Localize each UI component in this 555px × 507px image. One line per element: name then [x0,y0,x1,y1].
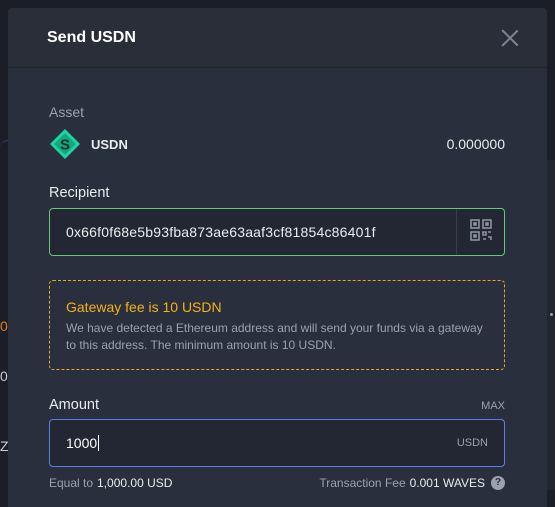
modal-header: Send USDN [8,8,547,68]
qr-code-icon [469,218,492,246]
asset-balance: 0.000000 [446,136,505,152]
send-modal: Send USDN Asset S USDN 0.000000 Recipien… [8,8,547,507]
usdn-logo-icon: S [49,128,81,160]
recipient-label: Recipient [49,185,110,201]
transaction-fee: Transaction Fee 0.001 WAVES ? [319,476,505,490]
background-panel [547,160,555,490]
fee-label: Transaction Fee [319,476,406,490]
max-button[interactable]: MAX [481,400,505,412]
background-text: 0 [0,318,8,334]
asset-label: Asset [49,104,85,120]
fee-value: 0.001 WAVES [409,476,485,490]
help-icon[interactable]: ? [491,476,505,490]
gateway-fee-warning: Gateway fee is 10 USDN We have detected … [49,280,505,370]
asset-name: USDN [91,136,128,152]
amount-footer: Equal to 1,000.00 USD Transaction Fee 0.… [49,476,505,490]
equal-to-label: Equal to [49,476,94,490]
recipient-field[interactable]: 0x66f0f68e5b93fba873ae63aaf3cf81854c8640… [49,208,505,256]
amount-unit: USDN [456,437,488,449]
modal-title: Send USDN [47,28,136,46]
amount-label: Amount [49,397,99,413]
background-dot [550,313,553,316]
amount-input[interactable]: 1000 [50,435,100,451]
text-caret [98,435,100,451]
qr-scan-button[interactable] [456,209,504,255]
warning-text: We have detected a Ethereum address and … [66,321,483,352]
close-icon[interactable] [501,29,519,47]
equal-to-value: 1,000.00 USD [97,476,173,490]
recipient-input[interactable]: 0x66f0f68e5b93fba873ae63aaf3cf81854c8640… [50,224,456,240]
asset-selector[interactable]: S USDN 0.000000 [49,127,505,161]
svg-text:S: S [60,137,70,154]
warning-title: Gateway fee is 10 USDN [66,299,222,315]
amount-field[interactable]: 1000 USDN [49,419,505,467]
